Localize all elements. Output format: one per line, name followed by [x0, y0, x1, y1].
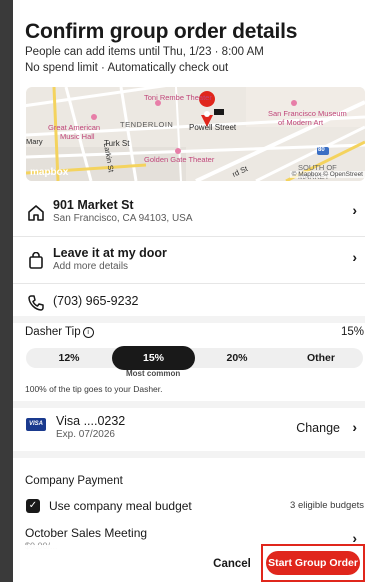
highway-shield-icon: 80 [318, 147, 325, 153]
start-button-highlight: Start Group Order [261, 544, 365, 582]
address-row[interactable]: 901 Market St San Francisco, CA 94103, U… [13, 190, 365, 232]
info-icon[interactable]: i [82, 327, 94, 338]
dropoff-row[interactable]: Leave it at my door Add more details › [13, 240, 365, 282]
map-label-powell: Powell Street [189, 123, 237, 132]
dropoff-label: Leave it at my door [53, 246, 167, 260]
payment-row[interactable]: VISA Visa ....0232 Exp. 07/2026 Change › [13, 410, 365, 446]
company-budget-checkbox[interactable]: ✓ [26, 499, 40, 513]
visa-card-icon: VISA [26, 418, 46, 431]
map-label-tenderloin: TENDERLOIN [120, 120, 174, 129]
tip-selector: 12% 15% 20% Other [26, 346, 363, 370]
divider [13, 283, 365, 284]
dasher-tip-percent: 15% [340, 326, 364, 338]
delivery-map[interactable]: Toni Rembe Theater San Francisco Museum … [26, 87, 365, 181]
map-label-great2: Music Hall [60, 132, 95, 141]
bag-icon [29, 252, 43, 269]
order-deadline: People can add items until Thu, 1/23 · 8… [25, 46, 264, 58]
tip-note: 100% of the tip goes to your Dasher. [25, 384, 163, 394]
map-label-museum: San Francisco Museum [268, 109, 347, 118]
section-band [13, 401, 365, 408]
group-order-sheet: Confirm group order details People can a… [13, 0, 365, 582]
card-label: Visa ....0232 [56, 414, 126, 428]
budget-name[interactable]: October Sales Meeting [25, 526, 147, 540]
page-title: Confirm group order details [25, 20, 298, 43]
address-line2: San Francisco, CA 94103, USA [53, 213, 193, 224]
company-budget-label: Use company meal budget [49, 499, 192, 513]
map-label-toni: Toni Rembe Theater [144, 93, 212, 102]
mapbox-logo: mapbox [30, 167, 69, 178]
map-label-mary: Mary [26, 137, 43, 146]
start-group-order-button[interactable]: Start Group Order [266, 551, 360, 575]
most-common-label: Most common [126, 369, 181, 378]
map-label-museum2: of Modern Art [278, 118, 324, 127]
chevron-right-icon: › [352, 202, 357, 218]
home-icon [28, 205, 44, 221]
change-payment-button[interactable]: Change [296, 421, 340, 435]
chevron-right-icon: › [352, 419, 357, 435]
phone-number: (703) 965-9232 [53, 294, 139, 308]
tip-option-15-selected[interactable]: 15% [112, 346, 195, 370]
map-attribution: © Mapbox © OpenStreet [289, 171, 365, 178]
spend-policy: No spend limit · Automatically check out [25, 62, 229, 74]
phone-icon [28, 295, 44, 311]
map-label-great: Great American [48, 123, 101, 132]
divider [13, 236, 365, 237]
tip-option-12[interactable]: 12% [26, 348, 112, 368]
dasher-tip-label: Dasher Tip i [25, 326, 94, 338]
cancel-button[interactable]: Cancel [206, 551, 258, 577]
tip-option-20[interactable]: 20% [195, 348, 279, 368]
chevron-right-icon: › [352, 249, 357, 265]
map-label-golden: Golden Gate Theater [144, 155, 215, 164]
phone-row[interactable]: (703) 965-9232 [13, 287, 365, 315]
section-band [13, 451, 365, 458]
dasher-tip-text: Dasher Tip [25, 326, 81, 338]
company-payment-title: Company Payment [25, 475, 123, 487]
section-band [13, 316, 365, 323]
address-line1: 901 Market St [53, 198, 134, 212]
tip-option-other[interactable]: Other [279, 348, 363, 368]
eligible-budgets[interactable]: 3 eligible budgets [290, 500, 364, 511]
dropoff-sub: Add more details [53, 261, 129, 272]
card-exp: Exp. 07/2026 [56, 429, 115, 440]
